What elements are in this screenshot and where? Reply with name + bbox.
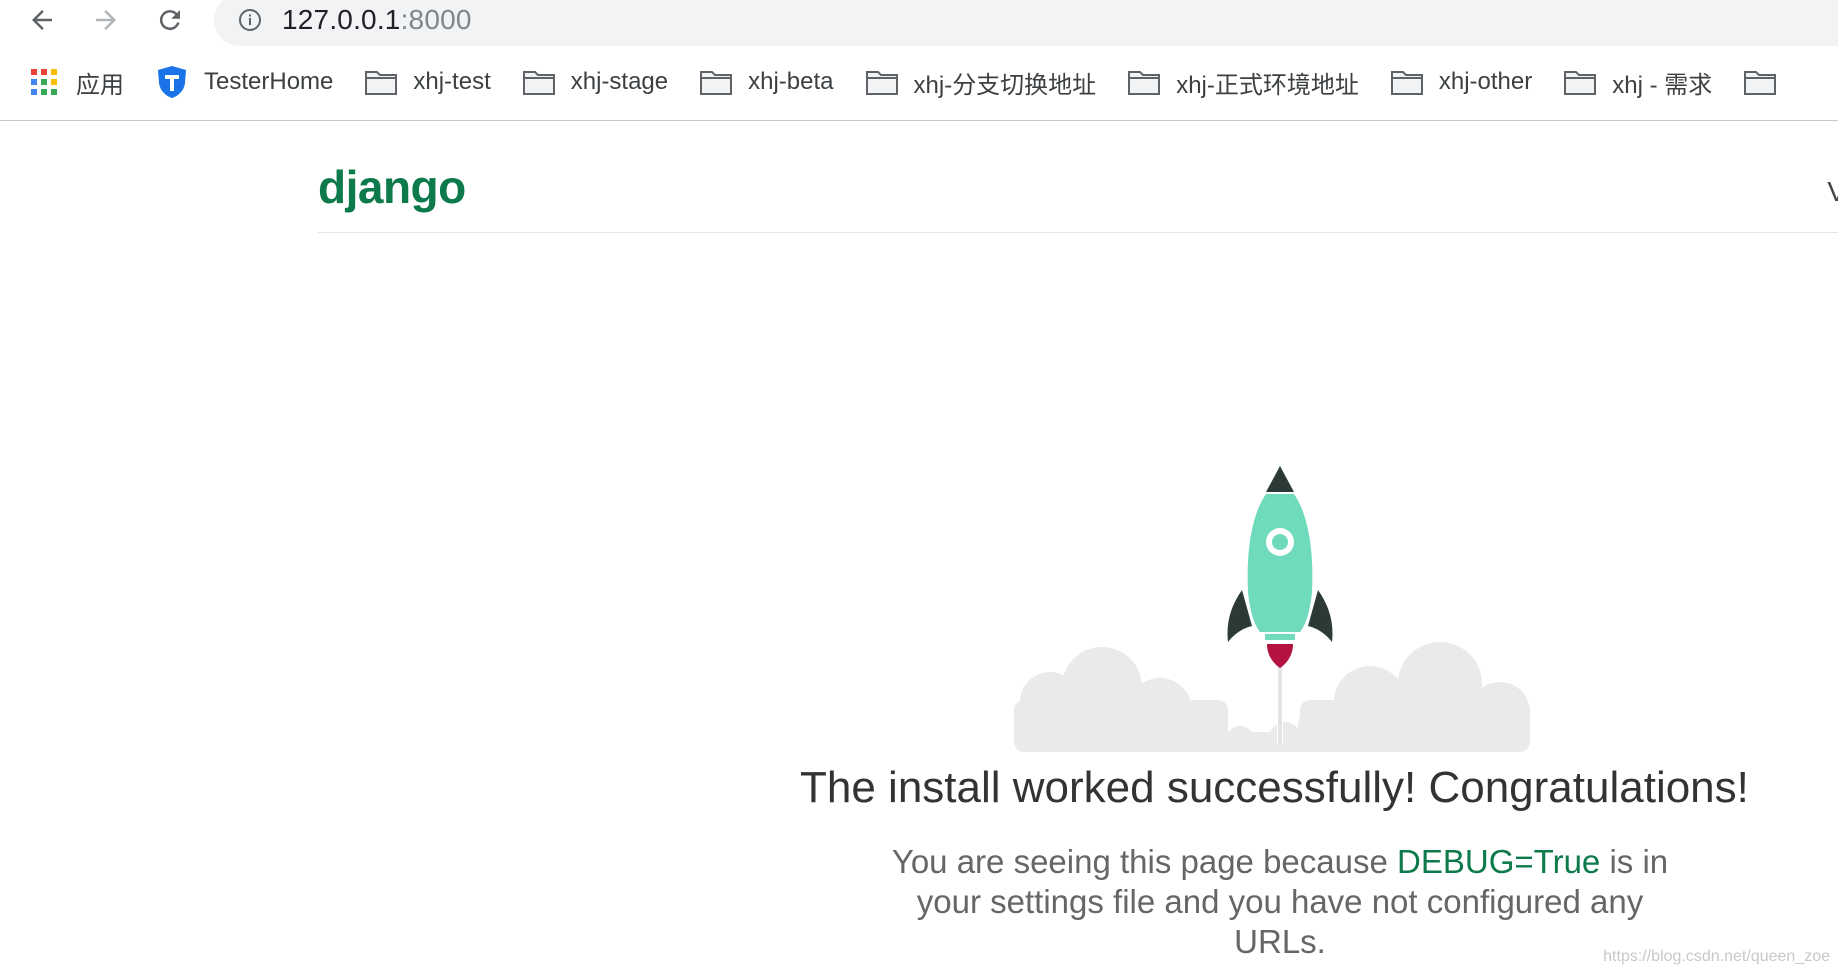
success-headline: The install worked successfully! Congrat… (800, 763, 1749, 812)
bookmark-label: xhj-test (413, 68, 491, 95)
bookmark-folder[interactable]: xhj-正式环境地址 (1128, 62, 1359, 102)
description-part-1: You are seeing this page because (891, 843, 1398, 880)
rocket-body (1247, 494, 1313, 632)
folder-icon (1564, 66, 1597, 98)
bookmark-apps[interactable]: 应用 (28, 62, 124, 102)
bookmark-label: xhj - 需求 (1612, 71, 1713, 99)
bookmark-folder[interactable]: xhj-分支切换地址 (865, 62, 1097, 102)
rocket-nose (1266, 466, 1294, 492)
cloud-left (1014, 647, 1228, 752)
cloud-right (1298, 642, 1530, 752)
rocket-illustration (1010, 462, 1550, 754)
rocket-nozzle (1265, 634, 1295, 640)
apps-grid-icon (28, 66, 60, 98)
folder-icon (1128, 66, 1161, 98)
folder-icon (865, 66, 898, 98)
rocket-fin-left (1227, 590, 1252, 642)
url-text[interactable]: 127.0.0.1:8000 (282, 2, 472, 38)
folder-icon (1744, 66, 1777, 98)
bookmark-label: 应用 (76, 71, 124, 99)
bookmark-label: xhj-分支切换地址 (913, 71, 1097, 99)
bookmark-folder[interactable]: xhj-test (365, 62, 491, 102)
folder-icon (365, 66, 398, 98)
rocket-fin-right (1308, 590, 1333, 642)
url-host: 127.0.0.1 (282, 4, 401, 35)
url-port: :8000 (400, 4, 472, 35)
version-text: V (1827, 176, 1838, 207)
bookmark-folder[interactable]: xhj - 需求 (1564, 62, 1712, 102)
bookmark-folder[interactable]: xhj-stage (522, 62, 669, 102)
reload-icon (159, 10, 180, 31)
debug-setting-text: DEBUG=True (1397, 843, 1601, 880)
bookmark-folder-overflow[interactable] (1744, 62, 1792, 102)
rocket-svg (1014, 466, 1530, 754)
folder-icon (522, 66, 555, 98)
folder-icon (1390, 66, 1423, 98)
info-icon[interactable] (238, 8, 262, 32)
bookmarks-bar: 应用 TesterHome xhj-test xhj-stage xhj-bet… (0, 60, 1838, 104)
bookmark-label: TesterHome (204, 68, 334, 95)
bookmark-label: xhj-beta (748, 68, 834, 95)
django-logo[interactable]: django (318, 160, 466, 214)
django-header: django V (318, 160, 1838, 233)
bookmark-folder[interactable]: xhj-beta (700, 62, 834, 102)
bookmark-testerhome[interactable]: TesterHome (156, 62, 333, 102)
bookmark-label: xhj-stage (570, 68, 669, 95)
watermark: https://blog.csdn.net/queen_zoe (1603, 948, 1830, 965)
toolbar-divider (0, 120, 1838, 121)
bookmark-label: xhj-other (1438, 68, 1533, 95)
forward-button[interactable] (86, 0, 126, 40)
success-description: You are seeing this page because DEBUG=T… (880, 842, 1680, 962)
arrow-left-icon (32, 10, 52, 30)
address-bar[interactable]: 127.0.0.1:8000 (214, 0, 1838, 46)
reload-button[interactable] (150, 0, 190, 40)
bookmark-label: xhj-正式环境地址 (1176, 71, 1359, 99)
browser-toolbar: 127.0.0.1:8000 (0, 0, 1838, 46)
bookmark-folder[interactable]: xhj-other (1390, 62, 1533, 102)
rocket-flame (1267, 644, 1293, 668)
folder-icon (700, 66, 733, 98)
arrow-right-icon (96, 10, 116, 30)
testerhome-shield-icon (156, 66, 188, 98)
back-button[interactable] (22, 0, 62, 40)
